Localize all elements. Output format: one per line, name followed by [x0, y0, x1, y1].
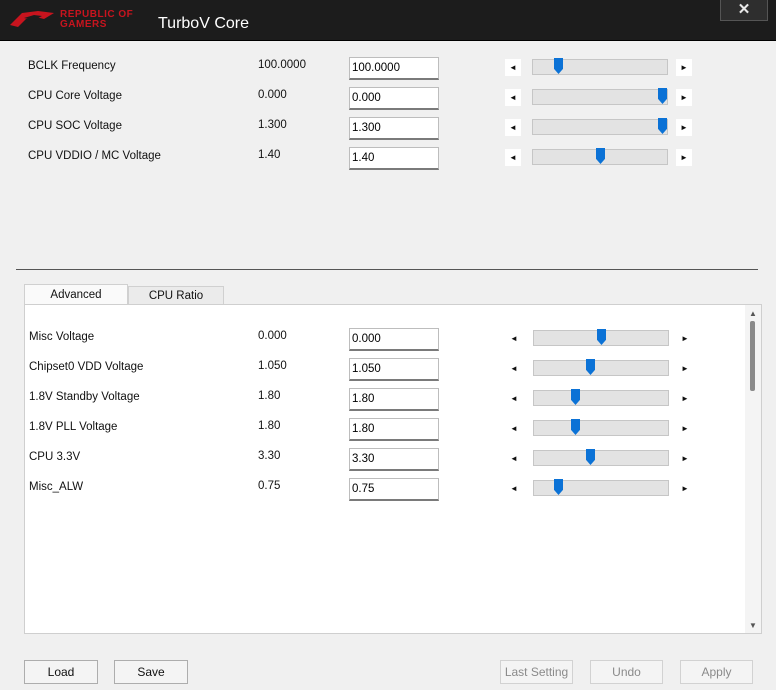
scrollbar-thumb[interactable] — [750, 321, 755, 391]
setting-value-input[interactable] — [349, 418, 439, 441]
setting-label: Misc Voltage — [29, 331, 95, 343]
setting-row: CPU VDDIO / MC Voltage 1.40 ◄ ► — [28, 147, 728, 170]
vertical-scrollbar[interactable]: ▲ ▼ — [745, 305, 761, 633]
slider-thumb[interactable] — [658, 118, 667, 134]
setting-label: CPU 3.3V — [29, 451, 81, 463]
setting-label: Misc_ALW — [29, 481, 84, 493]
setting-value-input[interactable] — [349, 448, 439, 471]
setting-slider[interactable] — [533, 449, 669, 466]
load-button[interactable]: Load — [24, 660, 98, 684]
decrease-arrow-icon[interactable]: ◄ — [506, 360, 522, 377]
slider-thumb[interactable] — [596, 148, 605, 164]
setting-value-input[interactable] — [349, 87, 439, 110]
setting-label: CPU VDDIO / MC Voltage — [28, 150, 161, 162]
decrease-arrow-icon[interactable]: ◄ — [505, 59, 521, 76]
last-setting-button[interactable]: Last Setting — [500, 660, 573, 684]
increase-arrow-icon[interactable]: ► — [677, 480, 693, 497]
setting-current-value: 0.000 — [258, 89, 287, 101]
tab-advanced[interactable]: Advanced — [24, 284, 128, 305]
setting-current-value: 0.000 — [258, 330, 287, 342]
section-divider — [16, 269, 758, 270]
setting-label: CPU SOC Voltage — [28, 120, 122, 132]
slider-thumb[interactable] — [554, 58, 563, 74]
slider-thumb[interactable] — [597, 329, 606, 345]
setting-current-value: 1.40 — [258, 149, 281, 161]
setting-current-value: 1.80 — [258, 420, 281, 432]
setting-row: Chipset0 VDD Voltage 1.050 ◄ ► — [29, 358, 729, 381]
undo-button[interactable]: Undo — [590, 660, 663, 684]
setting-slider[interactable] — [533, 389, 669, 406]
increase-arrow-icon[interactable]: ► — [676, 59, 692, 76]
decrease-arrow-icon[interactable]: ◄ — [506, 420, 522, 437]
decrease-arrow-icon[interactable]: ◄ — [506, 330, 522, 347]
rog-logo-text: REPUBLIC OF GAMERS — [60, 9, 134, 30]
setting-label: BCLK Frequency — [28, 60, 116, 72]
setting-row: 1.8V PLL Voltage 1.80 ◄ ► — [29, 418, 729, 441]
title-bar: REPUBLIC OF GAMERS TurboV Core ✕ — [0, 0, 776, 41]
close-button[interactable]: ✕ — [720, 0, 768, 21]
increase-arrow-icon[interactable]: ► — [677, 420, 693, 437]
setting-slider[interactable] — [533, 329, 669, 346]
increase-arrow-icon[interactable]: ► — [677, 390, 693, 407]
setting-row: Misc_ALW 0.75 ◄ ► — [29, 478, 729, 501]
setting-current-value: 3.30 — [258, 450, 281, 462]
slider-thumb[interactable] — [571, 419, 580, 435]
setting-row: CPU 3.3V 3.30 ◄ ► — [29, 448, 729, 471]
decrease-arrow-icon[interactable]: ◄ — [506, 390, 522, 407]
setting-slider[interactable] — [532, 58, 668, 75]
setting-value-input[interactable] — [349, 147, 439, 170]
slider-thumb[interactable] — [586, 449, 595, 465]
setting-value-input[interactable] — [349, 388, 439, 411]
increase-arrow-icon[interactable]: ► — [676, 119, 692, 136]
setting-value-input[interactable] — [349, 358, 439, 381]
setting-current-value: 0.75 — [258, 480, 281, 492]
setting-value-input[interactable] — [349, 117, 439, 140]
setting-row: CPU SOC Voltage 1.300 ◄ ► — [28, 117, 728, 140]
increase-arrow-icon[interactable]: ► — [677, 360, 693, 377]
increase-arrow-icon[interactable]: ► — [677, 450, 693, 467]
decrease-arrow-icon[interactable]: ◄ — [505, 89, 521, 106]
setting-row: Misc Voltage 0.000 ◄ ► — [29, 328, 729, 351]
setting-value-input[interactable] — [349, 478, 439, 501]
slider-thumb[interactable] — [658, 88, 667, 104]
setting-label: Chipset0 VDD Voltage — [29, 361, 144, 373]
decrease-arrow-icon[interactable]: ◄ — [506, 480, 522, 497]
setting-slider[interactable] — [532, 148, 668, 165]
setting-current-value: 1.300 — [258, 119, 287, 131]
rog-logo: REPUBLIC OF GAMERS — [8, 7, 143, 33]
setting-current-value: 100.0000 — [258, 59, 306, 71]
setting-label: 1.8V PLL Voltage — [29, 421, 118, 433]
setting-label: 1.8V Standby Voltage — [29, 391, 140, 403]
increase-arrow-icon[interactable]: ► — [676, 89, 692, 106]
decrease-arrow-icon[interactable]: ◄ — [506, 450, 522, 467]
setting-row: BCLK Frequency 100.0000 ◄ ► — [28, 57, 728, 80]
rog-eye-icon — [10, 11, 54, 27]
app-title: TurboV Core — [158, 15, 249, 32]
increase-arrow-icon[interactable]: ► — [677, 330, 693, 347]
setting-slider[interactable] — [532, 88, 668, 105]
setting-slider[interactable] — [533, 419, 669, 436]
decrease-arrow-icon[interactable]: ◄ — [505, 149, 521, 166]
apply-button[interactable]: Apply — [680, 660, 753, 684]
increase-arrow-icon[interactable]: ► — [676, 149, 692, 166]
setting-current-value: 1.80 — [258, 390, 281, 402]
setting-label: CPU Core Voltage — [28, 90, 122, 102]
slider-thumb[interactable] — [586, 359, 595, 375]
setting-slider[interactable] — [532, 118, 668, 135]
setting-row: 1.8V Standby Voltage 1.80 ◄ ► — [29, 388, 729, 411]
setting-slider[interactable] — [533, 359, 669, 376]
decrease-arrow-icon[interactable]: ◄ — [505, 119, 521, 136]
setting-row: CPU Core Voltage 0.000 ◄ ► — [28, 87, 728, 110]
setting-value-input[interactable] — [349, 57, 439, 80]
setting-value-input[interactable] — [349, 328, 439, 351]
setting-slider[interactable] — [533, 479, 669, 496]
scroll-up-icon[interactable]: ▲ — [749, 309, 757, 318]
setting-current-value: 1.050 — [258, 360, 287, 372]
tab-cpu-ratio[interactable]: CPU Ratio — [128, 286, 224, 305]
scroll-down-icon[interactable]: ▼ — [749, 621, 757, 630]
slider-thumb[interactable] — [571, 389, 580, 405]
save-button[interactable]: Save — [114, 660, 188, 684]
slider-thumb[interactable] — [554, 479, 563, 495]
